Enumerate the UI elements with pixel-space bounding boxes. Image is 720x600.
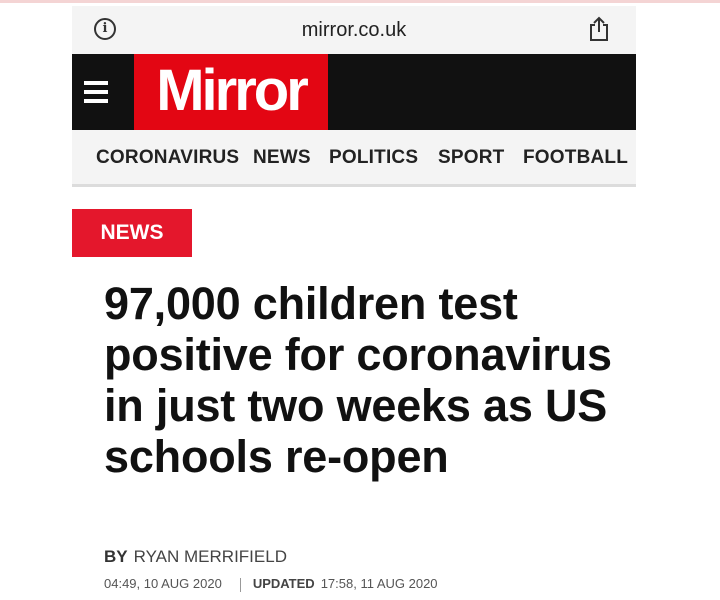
section-tag-label: NEWS bbox=[100, 221, 164, 244]
updated-time: 17:58, 11 AUG 2020 bbox=[320, 576, 438, 591]
mirror-logo[interactable]: Mirror bbox=[134, 54, 328, 130]
section-nav: CORONAVIRUS NEWS POLITICS SPORT FOOTBALL bbox=[72, 130, 636, 187]
top-accent-line bbox=[0, 0, 720, 3]
byline-label: BY bbox=[104, 547, 128, 566]
article-timestamps: 04:49, 10 AUG 2020 UPDATED 17:58, 11 AUG 2… bbox=[104, 576, 438, 592]
article-byline: BY RYAN MERRIFIELD bbox=[104, 547, 287, 567]
nav-item-football[interactable]: FOOTBALL bbox=[523, 147, 628, 169]
site-masthead: Mirror bbox=[72, 54, 636, 130]
url-text[interactable]: mirror.co.uk bbox=[72, 19, 636, 42]
author-name[interactable]: RYAN MERRIFIELD bbox=[134, 547, 287, 566]
nav-item-politics[interactable]: POLITICS bbox=[329, 147, 418, 169]
updated-label: UPDATED bbox=[252, 576, 315, 591]
browser-url-bar[interactable]: i mirror.co.uk bbox=[72, 6, 636, 54]
timestamp-divider bbox=[239, 577, 241, 592]
hamburger-menu-icon[interactable] bbox=[84, 81, 108, 103]
share-icon[interactable] bbox=[588, 16, 610, 42]
nav-item-news[interactable]: NEWS bbox=[253, 147, 311, 169]
article-headline: 97,000 children test positive for corona… bbox=[104, 278, 612, 482]
nav-item-sport[interactable]: SPORT bbox=[438, 147, 504, 169]
published-time: 04:49, 10 AUG 2020 bbox=[104, 576, 222, 591]
logo-text: Mirror bbox=[156, 58, 309, 123]
section-tag[interactable]: NEWS bbox=[72, 209, 192, 257]
nav-item-coronavirus[interactable]: CORONAVIRUS bbox=[96, 147, 239, 169]
